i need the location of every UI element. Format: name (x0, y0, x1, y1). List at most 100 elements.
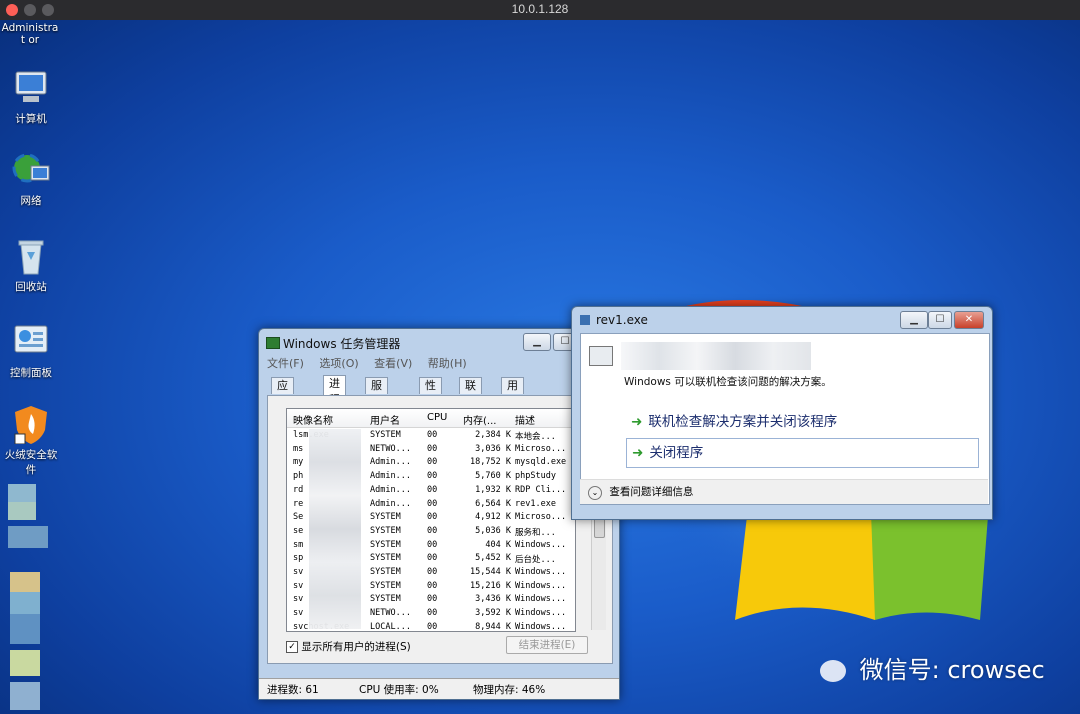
process-cell: Windows... (515, 580, 567, 591)
tab-applications[interactable]: 应用程序 (271, 377, 294, 440)
watermark-text: 微信号: crowsec (859, 656, 1045, 684)
desktop-icon-computer[interactable]: 计算机 (0, 68, 62, 126)
process-cell: Admin... (370, 484, 411, 495)
process-cell: 本地会... (515, 432, 556, 442)
process-cell: rd (293, 484, 304, 495)
process-cell: 3,036 K (475, 443, 511, 454)
control-panel-icon (11, 322, 51, 362)
process-cell: rev1.exe (515, 498, 556, 509)
process-cell: sp (293, 553, 304, 564)
process-cell: 00 (427, 512, 438, 523)
process-cell: 6,564 K (475, 498, 511, 509)
minimize-button[interactable]: ▁ (523, 333, 551, 351)
process-cell: SYSTEM (370, 430, 401, 440)
task-manager-statusbar: 进程数: 61 CPU 使用率: 0% 物理内存: 46% (259, 678, 619, 699)
process-cell: 3,592 K (475, 608, 511, 619)
desktop-icon-huorong[interactable]: 火绒安全软件 (0, 404, 62, 477)
column-image-name[interactable]: 映像名称 (293, 412, 333, 427)
process-cell: Windows... (515, 567, 567, 577)
process-cell: SYSTEM (370, 553, 401, 564)
desktop-icon-label: 网络 (20, 195, 42, 207)
task-manager-menubar: 文件(F) 选项(O) 查看(V) 帮助(H) (267, 355, 479, 371)
dialog-maximize-button[interactable]: ☐ (928, 311, 952, 329)
dialog-minimize-button[interactable]: ▁ (900, 311, 928, 329)
tab-services[interactable]: 服务 (365, 377, 388, 408)
tab-performance[interactable]: 性能 (419, 377, 442, 408)
blurred-desktop-area (0, 478, 62, 714)
process-list[interactable]: 映像名称 用户名 CPU 内存(... 描述 lsm.exeSYSTEM002,… (286, 408, 576, 632)
task-manager-app-icon (266, 337, 280, 349)
process-cell: Admin... (370, 498, 411, 509)
process-cell: ms (293, 443, 304, 454)
dialog-app-icon (580, 315, 590, 325)
end-process-button[interactable]: 结束进程(E) (506, 636, 588, 654)
desktop-icon-administrator[interactable]: Administrat or (0, 22, 62, 46)
show-all-processes-checkbox[interactable]: ✓ 显示所有用户的进程(S) (286, 639, 411, 654)
process-cell: 00 (427, 553, 438, 564)
process-cell: 00 (427, 594, 438, 605)
check-online-label: 联机检查解决方案并关闭该程序 (648, 414, 838, 430)
process-cell: 00 (427, 430, 438, 440)
tab-networking[interactable]: 联网 (459, 377, 482, 408)
process-cell: SYSTEM (370, 594, 401, 605)
process-cell: sm (293, 539, 304, 550)
column-cpu[interactable]: CPU (427, 412, 447, 423)
process-cell: SYSTEM (370, 580, 401, 591)
network-icon (11, 150, 51, 190)
column-user-name[interactable]: 用户名 (370, 412, 400, 427)
status-process-count: 进程数: 61 (267, 684, 319, 696)
menu-view[interactable]: 查看(V) (374, 357, 412, 370)
process-cell: 后台处... (515, 555, 556, 566)
desktop-icon-label: 火绒安全软件 (4, 449, 58, 476)
process-cell: NETWO... (370, 608, 411, 619)
blurred-program-name (621, 342, 811, 370)
process-cell: RDP Cli... (515, 484, 567, 495)
task-manager-window[interactable]: Windows 任务管理器 ▁ ☐ 文件(F) 选项(O) 查看(V) 帮助(H… (258, 328, 620, 700)
process-cell: 00 (427, 621, 438, 632)
process-cell: se (293, 525, 304, 536)
process-cell: 00 (427, 443, 438, 454)
rev1-error-dialog[interactable]: rev1.exe ▁ ☐ ✕ Windows 可以联机检查该问题的解决方案。 ➜… (571, 306, 993, 520)
tab-processes[interactable]: 进程 (323, 375, 346, 406)
process-cell: Microso... (515, 443, 567, 454)
process-cell: Windows... (515, 539, 567, 550)
show-all-processes-label: 显示所有用户的进程(S) (301, 641, 411, 653)
desktop-icon-label: Administrat or (1, 22, 59, 46)
status-cpu-usage: CPU 使用率: 0% (359, 684, 439, 696)
menu-file[interactable]: 文件(F) (267, 357, 304, 370)
dialog-title: rev1.exe (596, 313, 648, 327)
process-cell: mysqld.exe (515, 457, 567, 468)
tab-users[interactable]: 用户 (501, 377, 524, 408)
process-cell: my (293, 457, 304, 468)
green-arrow-icon: ➜ (632, 445, 644, 461)
dialog-close-button[interactable]: ✕ (954, 311, 984, 329)
close-program-option[interactable]: ➜ 关闭程序 (626, 438, 979, 468)
process-cell: 00 (427, 580, 438, 591)
desktop-icon-network[interactable]: 网络 (0, 150, 62, 208)
desktop-icon-control-panel[interactable]: 控制面板 (0, 322, 62, 380)
process-cell: 5,452 K (475, 553, 511, 564)
process-cell: Microso... (515, 512, 567, 523)
process-cell: 3,436 K (475, 594, 511, 605)
recycle-bin-icon (11, 236, 51, 276)
process-cell: 00 (427, 608, 438, 619)
process-cell: 404 K (485, 539, 511, 550)
status-physical-memory: 物理内存: 46% (473, 684, 546, 696)
green-arrow-icon: ➜ (631, 414, 643, 430)
desktop-icon-label: 计算机 (15, 113, 47, 125)
menu-options[interactable]: 选项(O) (319, 357, 358, 370)
process-cell: LOCAL... (370, 621, 411, 632)
checkbox-icon: ✓ (286, 641, 298, 653)
process-cell: SYSTEM (370, 539, 401, 550)
view-details-toggle[interactable]: ⌄ 查看问题详细信息 (588, 484, 693, 500)
process-cell: 2,384 K (475, 430, 511, 440)
column-description[interactable]: 描述 (515, 412, 535, 427)
process-cell: Windows... (515, 621, 567, 632)
process-cell: re (293, 498, 304, 509)
process-cell: ph (293, 471, 304, 482)
process-cell: SYSTEM (370, 525, 401, 536)
desktop-icon-recycle-bin[interactable]: 回收站 (0, 236, 62, 294)
column-memory[interactable]: 内存(... (463, 412, 496, 427)
check-online-option[interactable]: ➜ 联机检查解决方案并关闭该程序 (631, 410, 837, 430)
menu-help[interactable]: 帮助(H) (428, 357, 467, 370)
